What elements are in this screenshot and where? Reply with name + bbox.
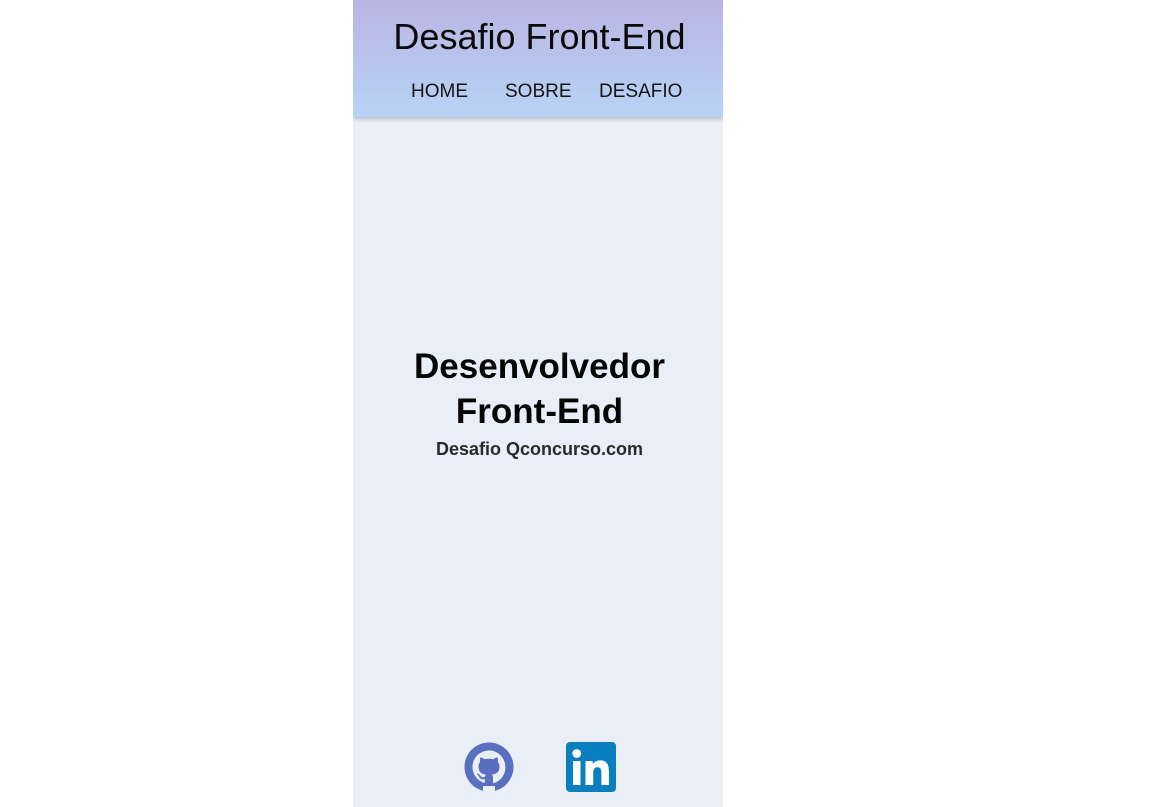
linkedin-icon (566, 742, 616, 792)
hero-title-line-2: Front-End (455, 392, 624, 431)
linkedin-link[interactable] (566, 742, 616, 792)
main-nav: HOME SOBRE DESAFIO (353, 80, 723, 104)
site-title: Desafio Front-End (393, 16, 686, 57)
nav-link-sobre[interactable]: SOBRE (505, 80, 572, 104)
hero-section: Desenvolvedor Front-End Desafio Qconcurs… (353, 344, 723, 460)
github-link[interactable] (464, 742, 514, 792)
hero-title-line-1: Desenvolvedor (414, 347, 665, 386)
hero-subtitle: Desafio Qconcurso.com (435, 439, 644, 459)
site-header: Desafio Front-End HOME SOBRE DESAFIO (353, 0, 723, 117)
social-links (353, 742, 723, 792)
nav-link-home[interactable]: HOME (411, 80, 468, 104)
mobile-viewport: Desafio Front-End HOME SOBRE DESAFIO Des… (353, 0, 723, 807)
nav-link-desafio[interactable]: DESAFIO (599, 80, 682, 104)
github-icon (464, 742, 514, 792)
hero-title: Desenvolvedor Front-End (353, 344, 723, 434)
